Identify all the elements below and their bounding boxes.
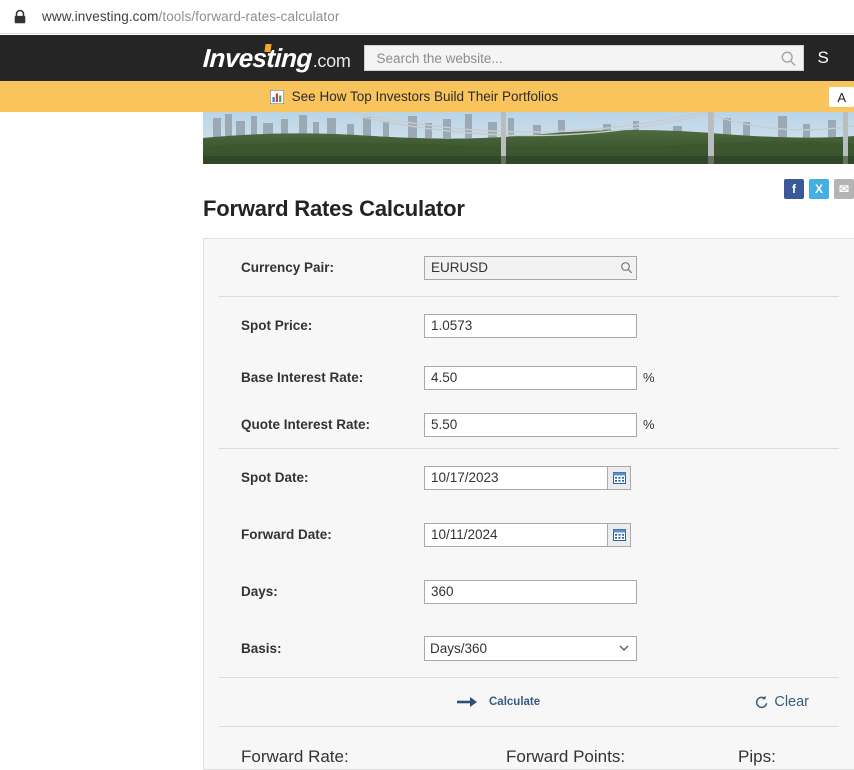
- forward-rates-calculator-panel: Currency Pair: Spot Price: Base Interest…: [203, 238, 854, 770]
- forward-rate-result: Forward Rate:: [241, 747, 506, 767]
- forward-points-result: Forward Points:: [506, 747, 738, 767]
- base-interest-rate-input[interactable]: [424, 365, 637, 390]
- site-logo[interactable]: Investing .com: [202, 42, 351, 74]
- reset-arrow-icon: [756, 695, 768, 709]
- currency-pair-control[interactable]: [424, 255, 637, 280]
- browser-url-bar[interactable]: www.investing.com/tools/forward-rates-ca…: [0, 0, 854, 34]
- forward-date-row: Forward Date:: [219, 506, 839, 563]
- promo-banner-text: See How Top Investors Build Their Portfo…: [291, 89, 559, 104]
- url-domain: www.investing.com: [42, 9, 159, 24]
- header-overflow-label[interactable]: S: [818, 48, 829, 68]
- pips-label: Pips:: [738, 747, 776, 766]
- forward-date-control[interactable]: [424, 522, 631, 547]
- promo-cta-button[interactable]: A: [829, 87, 854, 107]
- forward-date-label: Forward Date:: [241, 527, 332, 542]
- logo-suffix-text: .com: [312, 50, 351, 71]
- currency-search-button[interactable]: [617, 255, 637, 280]
- currency-pair-input[interactable]: [424, 255, 617, 280]
- base-interest-rate-row: Base Interest Rate: %: [219, 354, 839, 401]
- search-icon: [621, 262, 633, 274]
- currency-pair-row: Currency Pair:: [219, 239, 839, 296]
- calculate-button-label: Calculate: [489, 696, 541, 708]
- hero-image-art: [203, 112, 854, 164]
- currency-pair-label: Currency Pair:: [241, 260, 335, 275]
- calendar-icon: [612, 528, 626, 541]
- basis-control[interactable]: Days/360: [424, 636, 637, 661]
- promo-banner-content: See How Top Investors Build Their Portfo…: [0, 89, 828, 104]
- quote-interest-rate-label: Quote Interest Rate:: [241, 417, 371, 432]
- hero-banner-image: [203, 112, 854, 164]
- pips-result: Pips:: [738, 747, 776, 767]
- base-interest-rate-control[interactable]: %: [424, 365, 655, 390]
- share-twitter-icon[interactable]: X: [809, 179, 829, 199]
- quote-interest-rate-unit: %: [643, 417, 655, 432]
- forward-date-calendar-button[interactable]: [608, 522, 631, 547]
- bar-chart-icon: [269, 89, 284, 104]
- lock-icon: [14, 9, 26, 23]
- spot-date-input[interactable]: [424, 465, 608, 490]
- days-control[interactable]: [424, 579, 637, 604]
- basis-row: Basis: Days/360: [219, 620, 839, 677]
- arrow-right-icon: [457, 697, 477, 707]
- quote-interest-rate-control[interactable]: %: [424, 412, 655, 437]
- logo-main-text: Investing: [202, 42, 313, 73]
- site-search-box[interactable]: [363, 45, 804, 71]
- clear-button-label: Clear: [774, 694, 809, 710]
- spot-date-control[interactable]: [424, 465, 631, 490]
- spot-date-row: Spot Date:: [219, 449, 839, 506]
- days-label: Days:: [241, 584, 278, 599]
- days-row: Days:: [219, 563, 839, 620]
- site-header: Investing .com S: [0, 35, 854, 81]
- logo-accent-mark: [264, 43, 272, 52]
- calendar-icon: [612, 471, 626, 484]
- days-input[interactable]: [424, 579, 637, 604]
- share-buttons: f X ✉: [784, 179, 854, 199]
- quote-interest-rate-input[interactable]: [424, 412, 637, 437]
- spot-price-input[interactable]: [424, 313, 637, 338]
- forward-date-input[interactable]: [424, 522, 608, 547]
- spot-date-label: Spot Date:: [241, 470, 309, 485]
- url-path: /tools/forward-rates-calculator: [158, 9, 340, 24]
- forward-points-label: Forward Points:: [506, 747, 626, 766]
- site-search-input[interactable]: [374, 49, 780, 67]
- calculate-button[interactable]: Calculate: [457, 695, 540, 709]
- dates-section: Spot Date: 10/17/2023 Forward Date: 10/1…: [204, 449, 854, 677]
- spot-price-control[interactable]: [424, 313, 637, 338]
- basis-label: Basis:: [241, 641, 282, 656]
- actions-row: Calculate Clear: [204, 678, 854, 726]
- base-interest-rate-label: Base Interest Rate:: [241, 370, 364, 385]
- forward-rate-label: Forward Rate:: [241, 747, 349, 766]
- page-header-row: Forward Rates Calculator f X ✉: [203, 176, 854, 221]
- rates-section: Spot Price: Base Interest Rate: % Quote …: [204, 297, 854, 448]
- share-facebook-icon[interactable]: f: [784, 179, 804, 199]
- promo-banner[interactable]: See How Top Investors Build Their Portfo…: [0, 81, 854, 112]
- basis-select[interactable]: Days/360: [424, 636, 637, 661]
- share-email-icon[interactable]: ✉: [834, 179, 854, 199]
- currency-section: Currency Pair:: [204, 239, 854, 296]
- base-interest-rate-unit: %: [643, 370, 655, 385]
- spot-price-row: Spot Price:: [219, 297, 839, 354]
- page-title: Forward Rates Calculator: [203, 195, 465, 221]
- spot-price-label: Spot Price:: [241, 318, 313, 333]
- results-row: Forward Rate: Forward Points: Pips:: [204, 727, 854, 769]
- url-text: www.investing.com/tools/forward-rates-ca…: [42, 9, 339, 24]
- quote-interest-rate-row: Quote Interest Rate: %: [219, 401, 839, 448]
- spot-date-calendar-button[interactable]: [608, 465, 631, 490]
- magnifier-icon[interactable]: [780, 50, 797, 67]
- clear-button[interactable]: Clear: [755, 694, 809, 710]
